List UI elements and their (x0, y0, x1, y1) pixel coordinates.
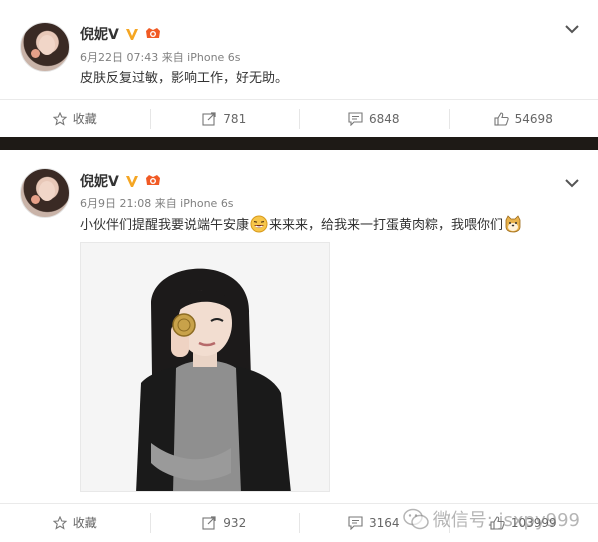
post-photo[interactable] (80, 242, 330, 492)
comment-count: 6848 (368, 111, 400, 126)
photo-illustration (81, 243, 329, 491)
watermark-text: 微信号: jsxpy999 (432, 510, 580, 531)
user-row: 倪妮V (80, 24, 162, 44)
thumbs-up-icon (494, 111, 509, 126)
repost-count: 781 (223, 111, 247, 126)
like-button[interactable]: 54698 (448, 100, 598, 137)
verified-v-icon (125, 174, 139, 188)
avatar[interactable] (20, 22, 70, 72)
wechat-icon (402, 508, 429, 530)
post-meta: 6月9日 21:08 来自 iPhone 6s (80, 197, 234, 210)
repost-count: 932 (223, 515, 247, 530)
vip-badge-icon (144, 173, 162, 189)
weibo-post-2: 倪妮V 6月9日 21:08 来自 iPhone 6s 小伙伴们提醒我要说端午安… (0, 150, 598, 542)
post-meta: 6月22日 07:43 来自 iPhone 6s (80, 51, 241, 64)
repost-button[interactable]: 781 (149, 100, 300, 137)
post-text-part2: 来来来，给我来一打蛋黄肉粽，我喂你们 (269, 218, 504, 233)
post-actions: 收藏 781 6848 54698 (0, 99, 598, 137)
repost-arrow-icon (202, 111, 216, 126)
username[interactable]: 倪妮V (80, 24, 119, 44)
comment-bubble-icon (348, 515, 363, 530)
post-text-part1: 小伙伴们提醒我要说端午安康 (80, 218, 250, 233)
comment-bubble-icon (348, 111, 363, 126)
avatar[interactable] (20, 168, 70, 218)
user-row: 倪妮V (80, 171, 162, 191)
username[interactable]: 倪妮V (80, 171, 119, 191)
vip-badge-icon (144, 26, 162, 42)
post-separator (0, 137, 598, 150)
comment-button[interactable]: 6848 (299, 100, 449, 137)
repost-button[interactable]: 932 (149, 504, 300, 541)
repost-arrow-icon (202, 515, 216, 530)
star-icon (52, 515, 67, 530)
post-text: 小伙伴们提醒我要说端午安康 来来来，给我来一打蛋黄肉粽，我喂你们 (80, 215, 523, 237)
favorite-label: 收藏 (72, 112, 97, 126)
favorite-button[interactable]: 收藏 (0, 504, 150, 541)
post-text: 皮肤反复过敏，影响工作，好无助。 (80, 71, 289, 86)
weibo-post-1: 倪妮V 6月22日 07:43 来自 iPhone 6s 皮肤反复过敏，影响工作… (0, 0, 598, 137)
verified-v-icon (125, 27, 139, 41)
star-icon (52, 111, 67, 126)
chevron-down-icon[interactable] (564, 174, 580, 188)
wechat-watermark: 微信号: jsxpy999 (402, 506, 580, 532)
favorite-button[interactable]: 收藏 (0, 100, 150, 137)
doge-emoji-icon (504, 215, 522, 233)
like-count: 54698 (514, 111, 553, 126)
laughing-emoji-icon (250, 215, 268, 233)
comment-count: 3164 (368, 515, 400, 530)
chevron-down-icon[interactable] (564, 20, 580, 34)
favorite-label: 收藏 (72, 516, 97, 530)
